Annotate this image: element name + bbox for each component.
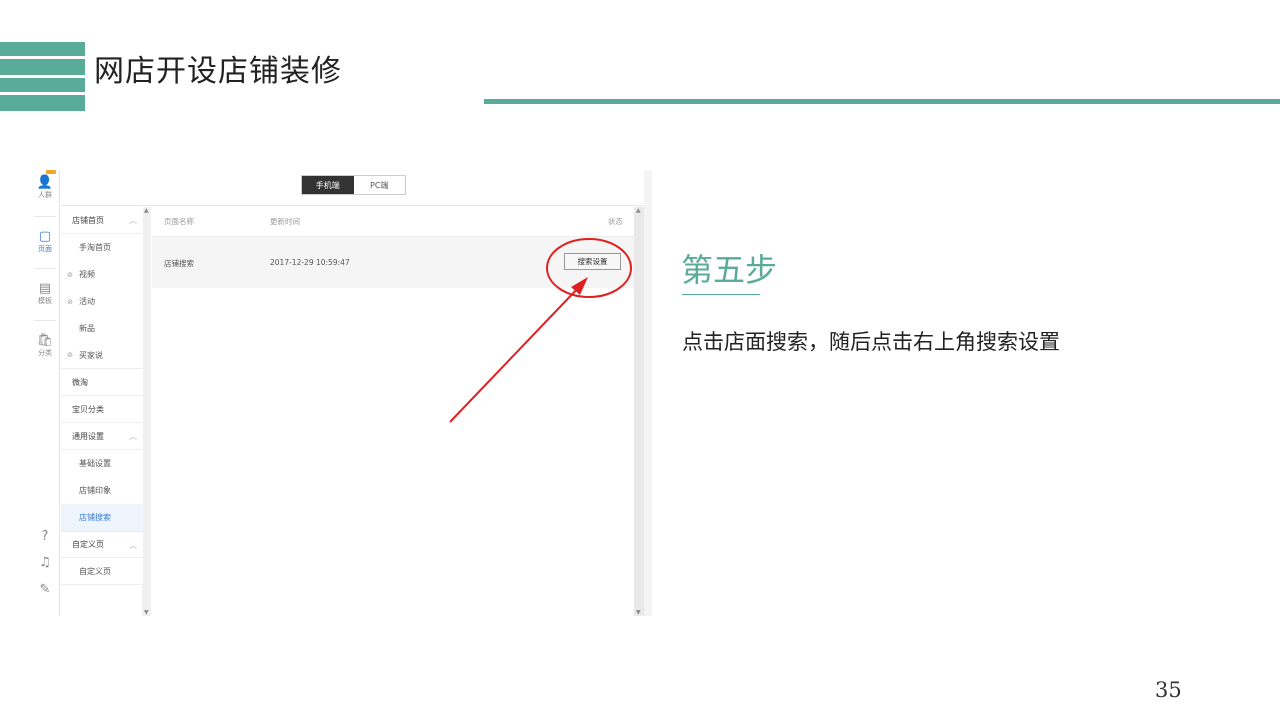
nav-group-general[interactable]: 通用设置 ︿ bbox=[61, 423, 143, 450]
header-stripe-1 bbox=[0, 42, 85, 56]
divider bbox=[34, 216, 56, 217]
edit-icon: ✎ bbox=[39, 582, 51, 597]
hidden-icon: ⊘ bbox=[67, 297, 73, 306]
help-button[interactable]: ? bbox=[30, 530, 60, 544]
chevron-up-icon: ︿ bbox=[129, 541, 137, 550]
device-tabs: 手机端 PC端 bbox=[301, 175, 406, 195]
sidebar-template-label: 模板 bbox=[38, 297, 52, 305]
column-header-status: 状态 bbox=[608, 217, 623, 226]
nav-label: 店铺印象 bbox=[79, 486, 111, 495]
notification-badge bbox=[46, 170, 56, 174]
title-rule bbox=[484, 99, 1280, 104]
header-stripe-2 bbox=[0, 59, 85, 75]
template-icon: ▤ bbox=[38, 281, 52, 296]
support-button[interactable]: ♫ bbox=[30, 556, 60, 570]
sidebar-people[interactable]: 👤 人群 bbox=[30, 176, 60, 200]
page-nav: 店铺首页 ︿ 手淘首页 ⊘ 视频 ⊘ 活动 新品 ⊘ 买家说 微淘 宝贝分类 通… bbox=[61, 207, 143, 616]
chevron-up-icon: ︿ bbox=[129, 432, 137, 441]
user-icon: 👤 bbox=[36, 175, 54, 190]
search-settings-button[interactable]: 搜索设置 bbox=[564, 253, 621, 270]
page-scroll-track bbox=[644, 170, 652, 616]
nav-label: 手淘首页 bbox=[79, 243, 111, 252]
scroll-down-icon: ▼ bbox=[636, 609, 641, 616]
sidebar-page[interactable]: ▢ 页面 bbox=[30, 230, 60, 254]
hidden-icon: ⊘ bbox=[67, 351, 73, 359]
nav-group-weitao[interactable]: 微淘 bbox=[61, 369, 143, 396]
nav-group-category[interactable]: 宝贝分类 bbox=[61, 396, 143, 423]
step-title: 第五步 bbox=[681, 251, 778, 289]
nav-item-buyer-say[interactable]: ⊘ 买家说 bbox=[61, 342, 143, 369]
scroll-down-icon: ▼ bbox=[144, 609, 149, 616]
nav-item-custom-page[interactable]: 自定义页 bbox=[61, 558, 143, 585]
table-row[interactable]: 店铺搜索 2017-12-29 10:59:47 搜索设置 bbox=[152, 237, 634, 288]
step-description: 点击店面搜索，随后点击右上角搜索设置 bbox=[682, 330, 1060, 354]
help-icon: ? bbox=[41, 529, 49, 544]
nav-label: 自定义页 bbox=[72, 540, 104, 549]
sidebar-page-label: 页面 bbox=[38, 245, 52, 253]
nav-label: 店铺搜索 bbox=[79, 513, 111, 522]
hidden-icon: ⊘ bbox=[67, 270, 73, 279]
feedback-button[interactable]: ✎ bbox=[30, 583, 60, 597]
sidebar-category[interactable]: 🛍 分类 bbox=[30, 334, 60, 358]
nav-label: 新品 bbox=[79, 324, 95, 333]
nav-label: 店铺首页 bbox=[72, 215, 104, 225]
tab-pc[interactable]: PC端 bbox=[353, 176, 405, 194]
editor-topbar: 手机端 PC端 bbox=[61, 170, 652, 206]
nav-group-custom[interactable]: 自定义页 ︿ bbox=[61, 531, 143, 558]
nav-group-shop-home[interactable]: 店铺首页 ︿ bbox=[61, 207, 143, 234]
nav-item-activity[interactable]: ⊘ 活动 bbox=[61, 288, 143, 315]
nav-label: 宝贝分类 bbox=[72, 404, 104, 414]
icon-sidebar: 👤 人群 ▢ 页面 ▤ 模板 🛍 分类 ? ♫ ✎ bbox=[30, 170, 60, 616]
sidebar-template[interactable]: ▤ 模板 bbox=[30, 282, 60, 306]
nav-item-shop-search[interactable]: 店铺搜索 bbox=[61, 504, 143, 531]
step-title-underline bbox=[682, 294, 760, 295]
nav-scrollbar[interactable]: ▲ ▼ bbox=[143, 207, 151, 616]
nav-label: 基础设置 bbox=[79, 459, 111, 468]
nav-item-mobile-home[interactable]: 手淘首页 bbox=[61, 234, 143, 261]
header-stripe-3 bbox=[0, 78, 85, 92]
scroll-up-icon: ▲ bbox=[636, 207, 641, 214]
headset-icon: ♫ bbox=[39, 555, 51, 570]
nav-label: 通用设置 bbox=[72, 431, 104, 441]
page-number: 35 bbox=[1155, 678, 1182, 702]
sidebar-people-label: 人群 bbox=[38, 191, 52, 199]
slide-title: 网店开设店铺装修 bbox=[94, 54, 342, 89]
nav-label: 自定义页 bbox=[79, 566, 111, 576]
row-page-name: 店铺搜索 bbox=[164, 259, 194, 268]
nav-label: 活动 bbox=[79, 297, 95, 306]
nav-label: 微淘 bbox=[72, 377, 88, 387]
nav-item-impression[interactable]: 店铺印象 bbox=[61, 477, 143, 504]
header-stripe-4 bbox=[0, 95, 85, 111]
sidebar-category-label: 分类 bbox=[38, 349, 52, 357]
nav-item-basic[interactable]: 基础设置 bbox=[61, 450, 143, 477]
nav-label: 买家说 bbox=[79, 350, 103, 360]
editor-screenshot: 👤 人群 ▢ 页面 ▤ 模板 🛍 分类 ? ♫ ✎ 手机端 PC端 店铺首页 ︿… bbox=[30, 170, 652, 616]
divider bbox=[34, 268, 56, 269]
page-list: 页面名称 更新时间 状态 店铺搜索 2017-12-29 10:59:47 搜索… bbox=[152, 207, 634, 616]
chevron-up-icon: ︿ bbox=[129, 216, 137, 225]
divider bbox=[34, 320, 56, 321]
nav-item-new[interactable]: 新品 bbox=[61, 315, 143, 342]
tab-mobile[interactable]: 手机端 bbox=[302, 176, 354, 194]
nav-label: 视频 bbox=[79, 270, 95, 279]
nav-item-video[interactable]: ⊘ 视频 bbox=[61, 261, 143, 288]
column-header-updated: 更新时间 bbox=[270, 217, 300, 226]
column-header-name: 页面名称 bbox=[164, 217, 194, 226]
row-updated-time: 2017-12-29 10:59:47 bbox=[270, 258, 350, 267]
page-icon: ▢ bbox=[38, 229, 52, 244]
bag-icon: 🛍 bbox=[36, 333, 54, 348]
content-scrollbar[interactable]: ▲ ▼ bbox=[634, 207, 644, 616]
scroll-up-icon: ▲ bbox=[144, 207, 149, 214]
